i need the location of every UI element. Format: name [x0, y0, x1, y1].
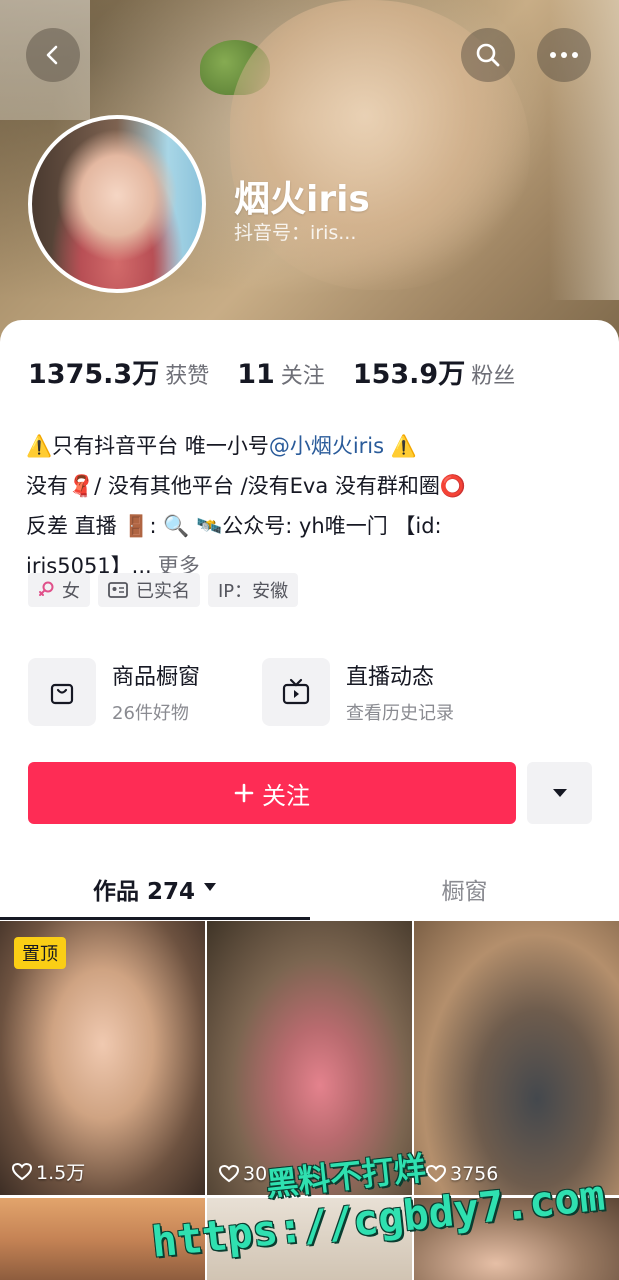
follow-button[interactable]: 关注 — [28, 762, 516, 824]
stats-row: 1375.3万 获赞 11 关注 153.9万 粉丝 — [28, 352, 543, 391]
live-icon-box — [262, 658, 330, 726]
tv-icon — [282, 678, 310, 705]
caret-down-icon — [552, 789, 567, 797]
gender-tag: 女 — [28, 573, 90, 607]
more-dots-icon — [550, 52, 578, 58]
shop-window-sub: 26件好物 — [112, 703, 189, 724]
video-likes: 1.5万 — [12, 1158, 85, 1185]
video-likes-count: 1.5万 — [36, 1162, 86, 1184]
bio-text: ⚠️只有抖音平台 唯一小号 — [26, 434, 269, 458]
search-button[interactable] — [461, 28, 515, 82]
heart-outline-icon — [12, 1162, 32, 1180]
verified-tag: 已实名 — [98, 573, 200, 607]
chevron-left-icon — [46, 45, 58, 65]
bio-line: ⚠️只有抖音平台 唯一小号@小烟火iris ⚠️ — [26, 426, 596, 466]
tab-works[interactable]: 作品 274 — [0, 862, 310, 920]
likes-count[interactable]: 1375.3万 — [28, 352, 159, 391]
shop-window-shortcut[interactable]: 商品橱窗 26件好物 — [28, 658, 200, 726]
ip-tag-label: IP：安徽 — [218, 581, 289, 602]
gender-tag-label: 女 — [62, 581, 80, 602]
followers-count[interactable]: 153.9万 — [353, 352, 465, 391]
live-history-shortcut[interactable]: 直播动态 查看历史记录 — [262, 658, 454, 726]
tab-shop-window[interactable]: 橱窗 — [310, 862, 619, 920]
more-button[interactable] — [537, 28, 591, 82]
douyin-id[interactable]: 抖音号：iris... — [234, 218, 356, 245]
avatar[interactable] — [28, 115, 206, 293]
follow-button-label: 关注 — [262, 781, 310, 810]
plus-icon — [234, 783, 254, 803]
ip-tag: IP：安徽 — [208, 573, 299, 607]
shopping-bag-icon — [50, 683, 74, 705]
profile-tags: 女 已实名 IP：安徽 — [28, 573, 299, 607]
tab-works-label: 作品 274 — [92, 879, 196, 905]
shop-window-title: 商品橱窗 — [112, 665, 201, 690]
content-tabs: 作品 274 橱窗 — [0, 862, 619, 920]
bio-text: ⚠️ — [384, 434, 417, 458]
bio-line: 没有🧣/ 没有其他平台 /没有Eva 没有群和圈⭕ — [26, 474, 467, 498]
recommend-dropdown-button[interactable] — [527, 762, 592, 824]
search-icon — [476, 43, 500, 67]
profile-name: 烟火iris — [234, 179, 370, 220]
pinned-badge: 置顶 — [14, 937, 66, 969]
tab-active-indicator — [0, 917, 310, 920]
live-history-sub: 查看历史记录 — [346, 703, 454, 724]
likes-label[interactable]: 获赞 — [165, 358, 209, 390]
live-history-title: 直播动态 — [346, 665, 435, 690]
followers-label[interactable]: 粉丝 — [471, 358, 515, 390]
verified-tag-label: 已实名 — [136, 581, 190, 602]
back-button[interactable] — [26, 28, 80, 82]
caret-down-icon — [204, 883, 217, 891]
bio: ⚠️只有抖音平台 唯一小号@小烟火iris ⚠️ 没有🧣/ 没有其他平台 /没有… — [26, 426, 596, 586]
id-card-icon — [108, 582, 128, 598]
video-thumbnail[interactable]: 置顶 1.5万 — [0, 921, 205, 1195]
bio-line: 反差 直播 🚪: 🔍 🛰️公众号: yh唯一门 【id: — [26, 514, 442, 538]
female-icon — [39, 581, 54, 596]
shop-icon-box — [28, 658, 96, 726]
tab-shop-label: 橱窗 — [441, 879, 488, 905]
mention-link[interactable]: @小烟火iris — [269, 434, 384, 458]
following-count[interactable]: 11 — [237, 359, 275, 390]
following-label[interactable]: 关注 — [281, 358, 325, 390]
